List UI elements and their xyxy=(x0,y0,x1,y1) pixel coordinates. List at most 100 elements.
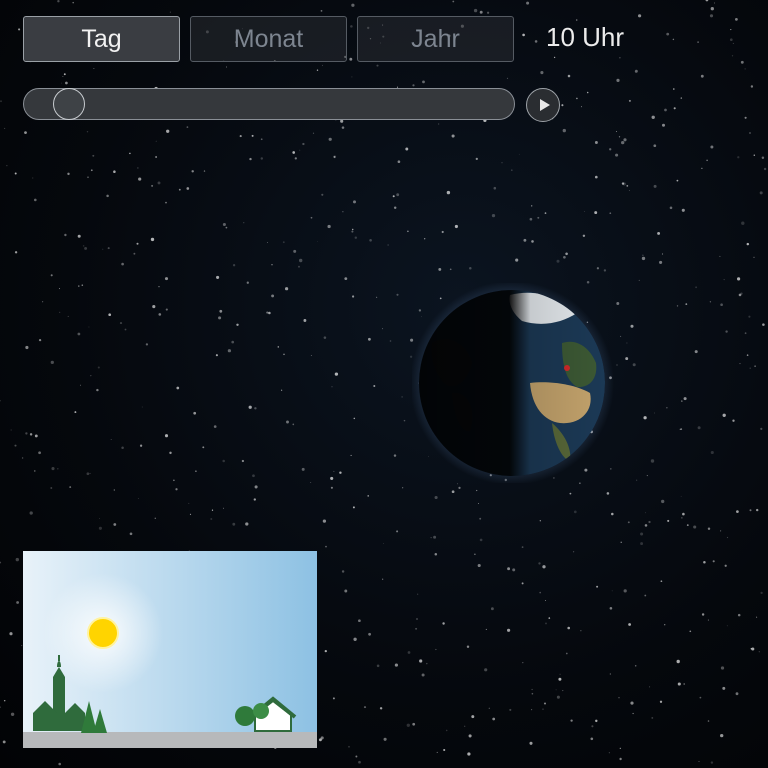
star xyxy=(310,216,313,219)
star xyxy=(511,169,513,171)
star xyxy=(86,472,90,476)
star xyxy=(97,366,100,369)
star xyxy=(707,527,711,531)
star xyxy=(299,258,303,263)
star xyxy=(18,28,21,31)
star xyxy=(352,295,355,298)
star xyxy=(89,472,91,475)
star xyxy=(762,323,765,326)
sun-icon xyxy=(87,617,119,649)
star xyxy=(619,757,622,761)
star xyxy=(387,244,389,246)
star xyxy=(175,488,178,491)
star xyxy=(628,190,630,192)
star xyxy=(531,709,533,711)
star xyxy=(710,7,714,11)
star xyxy=(681,208,685,212)
star xyxy=(422,80,425,84)
star xyxy=(231,340,235,344)
star xyxy=(621,182,625,185)
tab-monat[interactable]: Monat xyxy=(190,16,347,62)
star xyxy=(137,167,139,169)
star xyxy=(561,104,564,107)
star xyxy=(396,293,399,296)
star xyxy=(720,303,723,307)
star xyxy=(653,144,657,148)
star xyxy=(252,474,255,478)
star xyxy=(57,0,60,3)
time-slider[interactable] xyxy=(23,88,515,120)
star xyxy=(14,251,18,254)
star xyxy=(151,184,154,187)
star xyxy=(396,530,399,533)
star xyxy=(33,198,37,202)
star xyxy=(293,249,297,253)
star xyxy=(446,190,451,195)
star xyxy=(454,224,458,229)
star xyxy=(344,277,348,281)
star xyxy=(376,64,379,67)
star xyxy=(521,582,524,585)
star xyxy=(331,386,333,388)
star xyxy=(188,502,190,504)
star xyxy=(449,268,452,271)
star xyxy=(748,315,751,318)
star xyxy=(434,553,438,556)
star xyxy=(14,444,17,447)
star xyxy=(283,353,285,356)
star xyxy=(72,1,74,4)
star xyxy=(710,761,714,764)
star xyxy=(323,336,327,339)
star xyxy=(443,748,446,752)
star xyxy=(680,97,683,99)
star xyxy=(672,38,675,41)
star xyxy=(488,707,490,709)
star xyxy=(625,357,629,361)
earth-globe[interactable] xyxy=(412,283,616,483)
star xyxy=(737,156,740,159)
star xyxy=(451,134,455,138)
star xyxy=(292,151,296,154)
star xyxy=(479,517,482,520)
star xyxy=(659,700,663,703)
star xyxy=(628,623,631,626)
star xyxy=(640,542,644,546)
star xyxy=(348,745,350,748)
star xyxy=(657,231,661,235)
star xyxy=(650,459,655,463)
slider-thumb[interactable] xyxy=(52,88,85,120)
tab-tag[interactable]: Tag xyxy=(23,16,180,62)
star xyxy=(746,354,749,356)
star xyxy=(634,665,637,667)
star xyxy=(744,332,747,335)
star xyxy=(703,560,706,564)
star xyxy=(490,607,494,611)
star xyxy=(78,285,80,287)
star xyxy=(351,230,354,233)
star xyxy=(464,725,466,727)
star xyxy=(271,264,273,266)
star xyxy=(735,692,739,696)
star xyxy=(725,330,728,333)
star xyxy=(353,417,356,420)
star xyxy=(394,663,398,667)
star xyxy=(351,76,353,78)
star xyxy=(559,673,561,675)
star xyxy=(632,712,634,715)
star xyxy=(397,160,401,164)
star xyxy=(644,594,647,597)
star xyxy=(565,252,568,256)
star xyxy=(618,136,621,138)
star xyxy=(484,668,488,672)
star xyxy=(355,755,358,758)
star xyxy=(627,521,630,524)
star xyxy=(396,193,400,197)
star xyxy=(726,625,728,627)
play-button[interactable] xyxy=(526,88,560,122)
star xyxy=(621,140,625,145)
star xyxy=(736,510,739,513)
star xyxy=(573,510,577,514)
star xyxy=(50,360,54,365)
star xyxy=(506,77,509,80)
tab-jahr[interactable]: Jahr xyxy=(357,16,514,62)
